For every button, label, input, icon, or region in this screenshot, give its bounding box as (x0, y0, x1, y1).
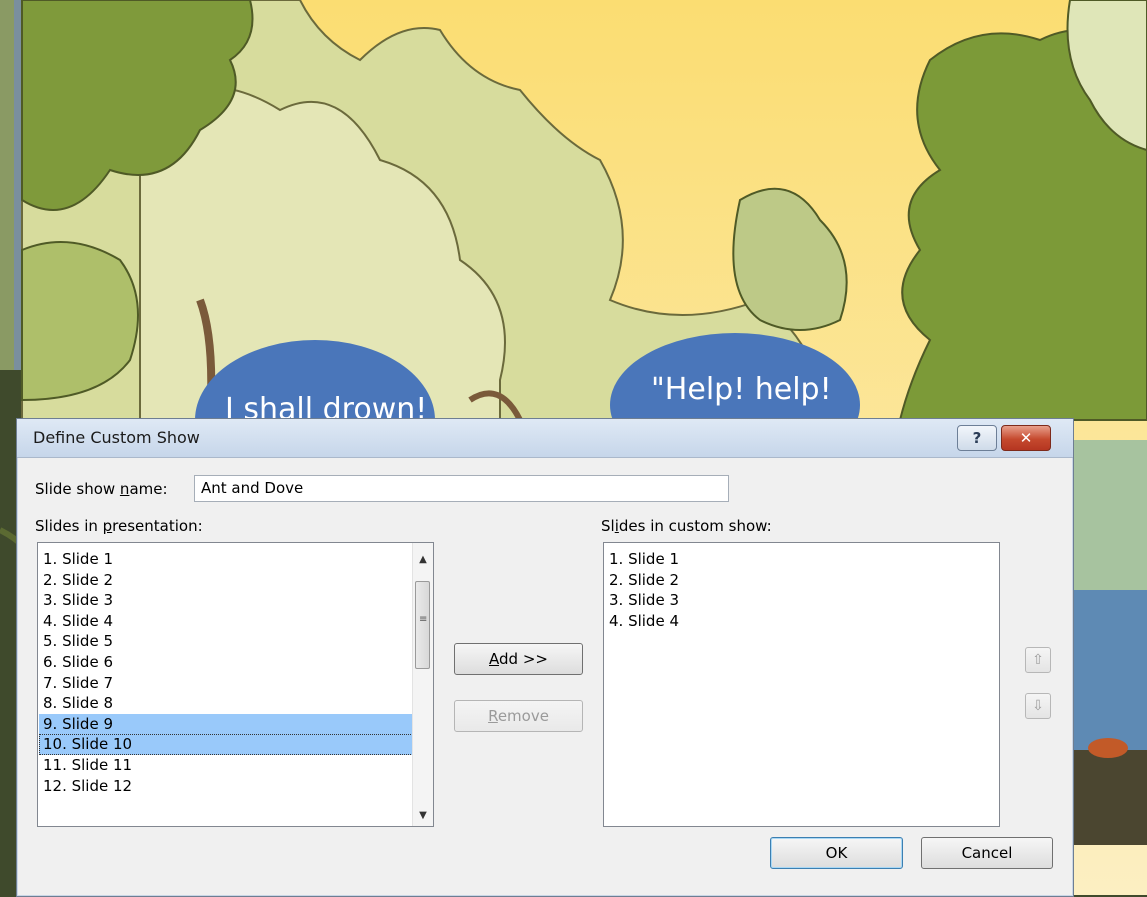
slide-show-name-label: Slide show name: (35, 480, 168, 498)
remove-button[interactable]: Remove (454, 700, 583, 732)
list-item[interactable]: 10. Slide 10 (39, 734, 415, 755)
list-item[interactable]: 4. Slide 4 (39, 611, 415, 632)
list-item[interactable]: 5. Slide 5 (39, 631, 415, 652)
scroll-down-icon[interactable]: ▼ (413, 805, 433, 825)
close-icon: ✕ (1019, 429, 1033, 447)
list-item[interactable]: 4. Slide 4 (605, 611, 998, 632)
dialog-title-bar[interactable]: Define Custom Show ? ✕ (17, 419, 1073, 458)
help-button[interactable]: ? (957, 425, 997, 451)
down-arrow-icon: ⇩ (1032, 698, 1044, 714)
scroll-up-icon[interactable]: ▲ (413, 549, 433, 569)
move-down-button[interactable]: ⇩ (1025, 693, 1051, 719)
list-item[interactable]: 6. Slide 6 (39, 652, 415, 673)
list-item[interactable]: 1. Slide 1 (39, 549, 415, 570)
ok-button[interactable]: OK (770, 837, 903, 869)
list-item[interactable]: 3. Slide 3 (39, 590, 415, 611)
list-item[interactable]: 2. Slide 2 (605, 570, 998, 591)
grip-icon: ≡ (419, 614, 428, 625)
list-item[interactable]: 9. Slide 9 (39, 713, 415, 735)
list-item[interactable]: 11. Slide 11 (39, 755, 415, 776)
dialog-title: Define Custom Show (33, 428, 200, 447)
define-custom-show-dialog: Define Custom Show ? ✕ Slide show name: … (16, 418, 1074, 897)
list-item[interactable]: 12. Slide 12 (39, 776, 415, 797)
slides-in-presentation-label: Slides in presentation: (35, 517, 203, 535)
speech-bubble-right: "Help! help! (651, 372, 832, 407)
slides-in-custom-show-label: Slides in custom show: (601, 517, 772, 535)
cancel-button[interactable]: Cancel (921, 837, 1053, 869)
list-item[interactable]: 3. Slide 3 (605, 590, 998, 611)
presentation-slides-list[interactable]: 1. Slide 1 2. Slide 2 3. Slide 3 4. Slide 4… (37, 542, 434, 827)
add-button[interactable]: Add >> (454, 643, 583, 675)
list-item[interactable]: 1. Slide 1 (605, 549, 998, 570)
list-item[interactable]: 7. Slide 7 (39, 673, 415, 694)
presentation-list-scrollbar[interactable]: ▲ ≡ ▼ (412, 543, 433, 826)
list-item[interactable]: 8. Slide 8 (39, 693, 415, 714)
scrollbar-thumb[interactable]: ≡ (415, 581, 430, 669)
up-arrow-icon: ⇧ (1032, 652, 1044, 668)
move-up-button[interactable]: ⇧ (1025, 647, 1051, 673)
list-item[interactable]: 2. Slide 2 (39, 570, 415, 591)
question-mark-icon: ? (972, 429, 982, 447)
slide-show-name-input[interactable]: Ant and Dove (194, 475, 729, 502)
close-button[interactable]: ✕ (1001, 425, 1051, 451)
custom-show-slides-list[interactable]: 1. Slide 1 2. Slide 2 3. Slide 3 4. Slide 4 (603, 542, 1000, 827)
